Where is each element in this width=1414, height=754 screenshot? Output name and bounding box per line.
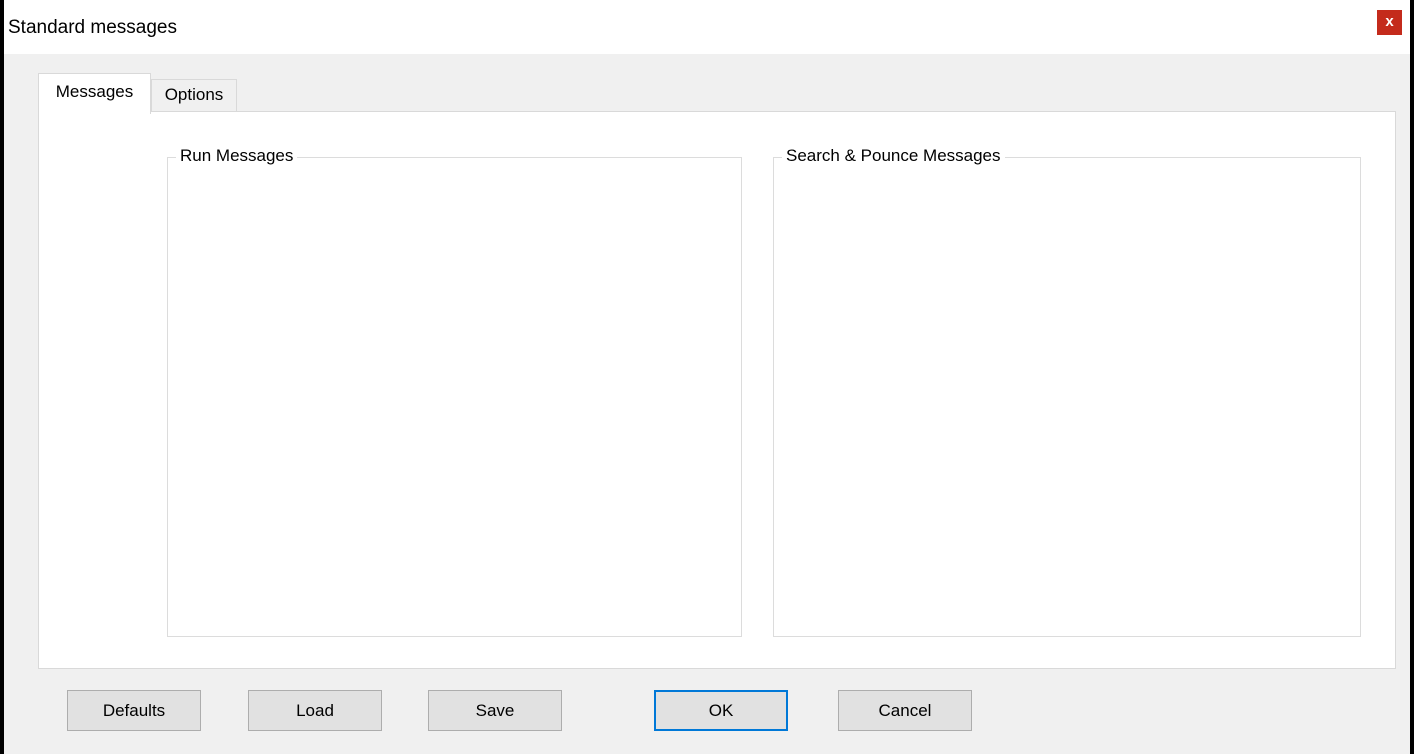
close-icon: x: [1385, 13, 1394, 30]
tab-messages[interactable]: Messages: [38, 73, 151, 114]
messages-tab-panel: Run Messages Search & Pounce Messages: [38, 111, 1396, 669]
cancel-button[interactable]: Cancel: [838, 690, 972, 731]
window-title: Standard messages: [8, 17, 177, 38]
search-pounce-messages-title: Search & Pounce Messages: [782, 146, 1005, 166]
defaults-button[interactable]: Defaults: [67, 690, 201, 731]
run-messages-title: Run Messages: [176, 146, 298, 166]
tab-options[interactable]: Options: [151, 79, 237, 111]
load-button[interactable]: Load: [248, 690, 382, 731]
run-messages-group: Run Messages: [167, 146, 742, 637]
save-button[interactable]: Save: [428, 690, 562, 731]
close-button[interactable]: x: [1377, 10, 1402, 35]
ok-button[interactable]: OK: [654, 690, 788, 731]
standard-messages-dialog: Standard messages x Messages Options Run…: [0, 0, 1410, 754]
search-pounce-messages-group: Search & Pounce Messages: [773, 146, 1361, 637]
title-bar: Standard messages x: [4, 0, 1410, 54]
